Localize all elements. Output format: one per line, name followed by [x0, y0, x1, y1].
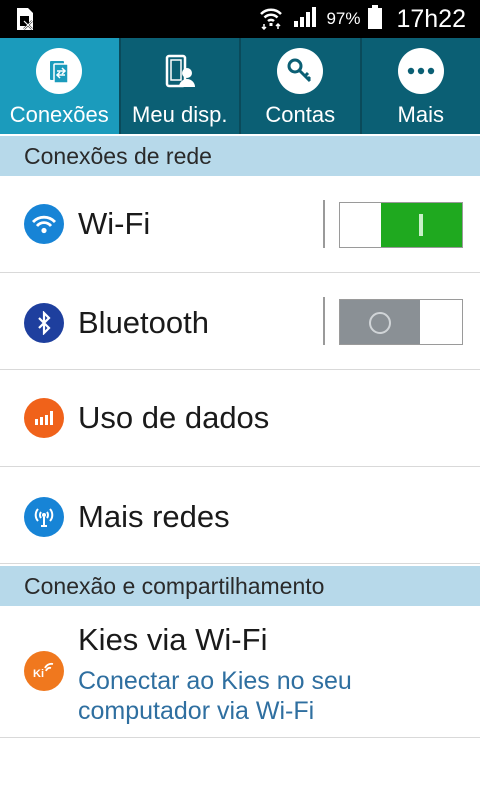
tab-more[interactable]: Mais [362, 38, 480, 134]
wifi-icon [258, 4, 284, 35]
signal-icon [292, 5, 318, 34]
settings-tabs: Conexões Meu disp. Contas Mais [0, 38, 480, 134]
tab-label: Meu disp. [132, 102, 228, 127]
tab-label: Mais [397, 102, 444, 127]
my-device-icon [157, 48, 203, 94]
list-item-bluetooth[interactable]: Bluetooth [0, 273, 480, 370]
kies-title: Kies via Wi-Fi [78, 622, 268, 657]
battery-percent: 97% [326, 9, 361, 28]
connections-icon [36, 48, 83, 94]
list-item-wifi[interactable]: Wi-Fi [0, 176, 480, 273]
clock: 17h22 [396, 4, 466, 33]
svg-text:Ki: Ki [33, 668, 44, 680]
section-header-sharing: Conexão e compartilhamento [0, 566, 480, 606]
list-item-data-usage[interactable]: Uso de dados [0, 370, 480, 467]
data-usage-title: Uso de dados [78, 400, 270, 435]
tab-label: Contas [265, 102, 336, 127]
tab-connections[interactable]: Conexões [0, 38, 121, 134]
status-bar: 97% 17h22 [0, 0, 480, 38]
toggle-off-knob [340, 300, 420, 344]
battery-icon [368, 4, 383, 34]
bluetooth-icon [24, 303, 64, 343]
list-item-more-networks[interactable]: Mais redes [0, 467, 480, 564]
more-networks-title: Mais redes [78, 499, 230, 534]
bluetooth-toggle[interactable] [339, 299, 463, 345]
wifi-toggle[interactable] [339, 202, 463, 248]
accounts-key-icon [277, 48, 324, 94]
sim-card-x-icon [14, 7, 36, 31]
tab-my-device[interactable]: Meu disp. [121, 38, 241, 134]
divider [323, 297, 325, 345]
data-usage-icon [24, 398, 64, 438]
bluetooth-title: Bluetooth [78, 305, 209, 340]
list-item-kies-wifi[interactable]: Ki Kies via Wi-Fi Conectar ao Kies no se… [0, 606, 480, 738]
more-dots-icon [397, 48, 444, 94]
wifi-icon [24, 204, 64, 244]
divider [323, 200, 325, 248]
wifi-title: Wi-Fi [78, 206, 151, 241]
kies-subtitle: Conectar ao Kies no seu computador via W… [78, 667, 352, 725]
kies-icon: Ki [24, 651, 64, 691]
tab-label: Conexões [9, 102, 109, 127]
section-header-network: Conexões de rede [0, 136, 480, 176]
tab-accounts[interactable]: Contas [241, 38, 362, 134]
more-networks-icon [24, 497, 64, 537]
toggle-on-knob [381, 203, 462, 247]
